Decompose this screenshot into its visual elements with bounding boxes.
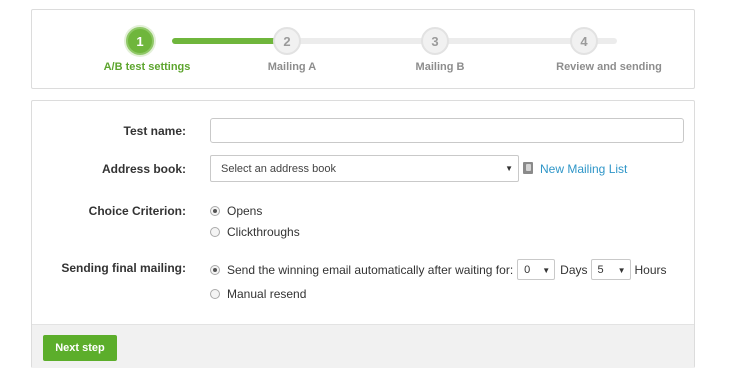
criterion-clickthroughs-option[interactable]: Clickthroughs [210,225,300,239]
days-value: 0 [524,263,531,276]
step-2-circle[interactable]: 2 [273,27,301,55]
criterion-opens-label: Opens [227,204,263,218]
chevron-down-icon: ▼ [617,266,626,275]
chevron-down-icon: ▼ [542,266,551,275]
criterion-clickthroughs-radio[interactable] [210,227,220,237]
sending-final-label: Sending final mailing: [61,261,186,275]
form-footer: Next step [32,324,694,368]
address-book-label: Address book: [101,162,186,176]
test-name-input[interactable] [210,118,684,143]
step-2-label[interactable]: Mailing A [268,61,316,73]
step-4-label[interactable]: Review and sending [556,61,662,73]
hours-value: 5 [597,263,604,276]
criterion-opens-option[interactable]: Opens [210,204,262,218]
days-select[interactable]: 0 ▼ [517,259,556,280]
step-4-circle[interactable]: 4 [570,27,598,55]
address-book-select[interactable]: Select an address book ▼ [210,155,519,182]
choice-criterion-label: Choice Criterion: [88,204,186,218]
manual-resend-option[interactable]: Manual resend [210,287,306,301]
step-3-label[interactable]: Mailing B [416,61,465,73]
criterion-opens-radio[interactable] [210,206,220,216]
chevron-down-icon: ▼ [505,164,513,173]
new-mailing-list-link[interactable]: New Mailing List [540,162,627,176]
stepper-progress [172,38,284,44]
criterion-clickthroughs-label: Clickthroughs [227,225,300,239]
next-step-button[interactable]: Next step [43,335,117,361]
manual-resend-label: Manual resend [227,287,307,301]
step-1-label[interactable]: A/B test settings [104,61,191,73]
send-automatically-label: Send the winning email automatically aft… [227,262,514,277]
step-3-circle[interactable]: 3 [421,27,449,55]
ab-test-settings-form: Test name: Address book: Select an addre… [31,100,695,368]
send-automatically-radio[interactable] [210,264,220,275]
send-automatically-option[interactable]: Send the winning email automatically aft… [210,259,667,280]
manual-resend-radio[interactable] [210,289,220,299]
hours-unit-label: Hours [634,262,667,277]
address-book-icon [523,162,533,174]
address-book-selected: Select an address book [221,162,336,175]
days-unit-label: Days [560,262,588,277]
hours-select[interactable]: 5 ▼ [590,259,631,280]
step-1-circle[interactable]: 1 [126,27,154,55]
test-name-label: Test name: [123,124,186,138]
wizard-stepper: 1 2 3 4 A/B test settings Mailing A Mail… [31,9,695,89]
